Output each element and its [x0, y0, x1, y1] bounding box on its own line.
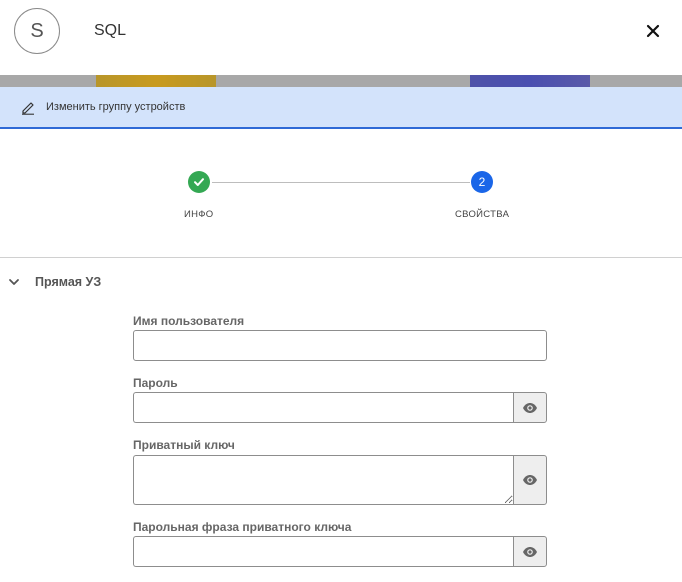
- username-label: Имя пользователя: [133, 314, 245, 328]
- pencil-icon: [20, 99, 36, 115]
- avatar-letter: S: [30, 19, 44, 42]
- step-2-number: 2: [478, 175, 486, 189]
- password-input[interactable]: [133, 392, 513, 423]
- edit-device-group-label: Изменить группу устройств: [46, 101, 186, 113]
- close-button[interactable]: [640, 18, 666, 44]
- step-2-indicator[interactable]: 2: [471, 171, 493, 193]
- dialog-header: S SQL: [0, 0, 682, 75]
- stepper-connector: [212, 182, 470, 183]
- stepper: 2 ИНФО СВОЙСТВА: [0, 129, 682, 258]
- eye-icon: [523, 546, 537, 557]
- close-icon: [646, 24, 660, 38]
- private-key-label: Приватный ключ: [133, 438, 235, 452]
- eye-icon: [523, 475, 537, 485]
- step-2-label: СВОЙСТВА: [455, 209, 510, 220]
- dialog-title: SQL: [94, 22, 127, 39]
- username-input[interactable]: [133, 330, 547, 361]
- step-1-indicator[interactable]: [188, 171, 210, 193]
- chevron-down-icon: [8, 275, 22, 289]
- private-key-reveal-button[interactable]: [513, 455, 547, 505]
- step-1-label: ИНФО: [184, 209, 214, 220]
- private-key-textarea[interactable]: [133, 455, 513, 505]
- check-icon: [194, 178, 204, 186]
- strip-segment-blue: [470, 75, 590, 87]
- section-title: Прямая УЗ: [35, 275, 102, 289]
- passphrase-reveal-button[interactable]: [513, 536, 547, 567]
- section-toggle-direct-account[interactable]: Прямая УЗ: [0, 268, 682, 296]
- password-label: Пароль: [133, 376, 178, 390]
- avatar: S: [14, 8, 60, 54]
- strip-segment-yellow: [96, 75, 216, 87]
- passphrase-input[interactable]: [133, 536, 513, 567]
- edit-device-group-bar[interactable]: Изменить группу устройств: [0, 87, 682, 129]
- password-reveal-button[interactable]: [513, 392, 547, 423]
- eye-icon: [523, 402, 537, 413]
- passphrase-label: Парольная фраза приватного ключа: [133, 520, 352, 534]
- color-strip: [0, 75, 682, 87]
